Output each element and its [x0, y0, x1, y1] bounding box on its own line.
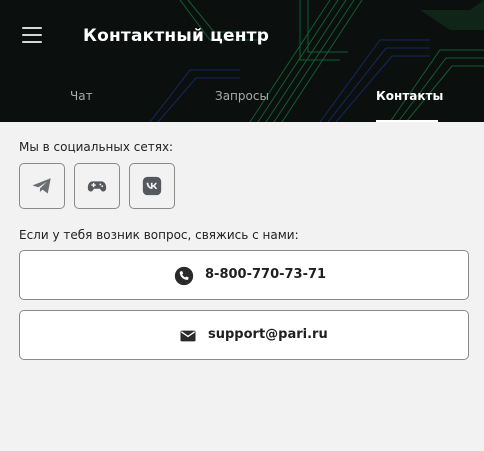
page-title: Контактный центр [83, 26, 270, 46]
games-button[interactable] [74, 163, 120, 209]
tab-contacts[interactable]: Контакты [376, 89, 443, 103]
tab-requests[interactable]: Запросы [215, 89, 269, 103]
gamepad-icon [87, 181, 107, 192]
phone-button[interactable]: 8-800-770-73-71 [19, 250, 469, 300]
email-address: support@pari.ru [208, 327, 328, 342]
email-button[interactable]: support@pari.ru [19, 310, 469, 360]
telegram-button[interactable] [19, 163, 65, 209]
hamburger-icon-bar [22, 34, 42, 36]
vk-icon [142, 176, 162, 196]
contacts-panel: Мы в социальных сетях: Если у тебя возни… [0, 122, 484, 451]
app-header: Контактный центр Чат Запросы Контакты [0, 0, 484, 122]
hamburger-icon-bar [22, 41, 42, 43]
menu-button[interactable] [22, 26, 42, 44]
envelope-icon [180, 330, 196, 342]
tab-bar: Чат Запросы Контакты [0, 84, 484, 122]
vk-button[interactable] [129, 163, 175, 209]
hamburger-icon-bar [22, 27, 42, 29]
contact-prompt-label: Если у тебя возник вопрос, свяжись с нам… [19, 228, 299, 242]
telegram-icon [32, 178, 51, 194]
social-label: Мы в социальных сетях: [19, 140, 174, 154]
tab-chat[interactable]: Чат [70, 89, 93, 103]
phone-icon [174, 266, 194, 286]
phone-number: 8-800-770-73-71 [205, 267, 327, 282]
